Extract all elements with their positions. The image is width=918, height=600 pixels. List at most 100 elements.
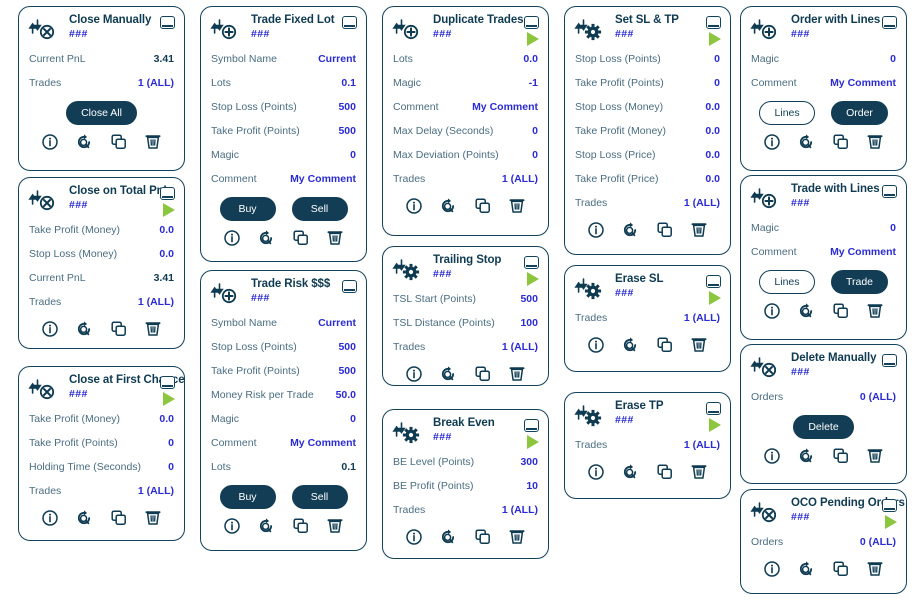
field-value[interactable]: My Comment: [290, 431, 356, 455]
play-icon[interactable]: [527, 272, 539, 286]
order-button[interactable]: Order: [831, 101, 888, 125]
copy-icon[interactable]: [292, 517, 310, 535]
minimize-icon[interactable]: [882, 354, 897, 367]
trade-button[interactable]: Trade: [830, 270, 889, 294]
refresh-icon[interactable]: [439, 365, 457, 383]
field-value[interactable]: 0.0: [705, 119, 720, 143]
field-value[interactable]: 0: [168, 431, 174, 455]
trash-icon[interactable]: [866, 302, 884, 320]
trash-icon[interactable]: [144, 133, 162, 151]
field-value[interactable]: 3.41: [154, 47, 174, 71]
info-icon[interactable]: [587, 336, 605, 354]
info-icon[interactable]: [763, 302, 781, 320]
field-value[interactable]: 0: [350, 407, 356, 431]
buy-button[interactable]: Buy: [219, 197, 276, 221]
minimize-icon[interactable]: [160, 376, 175, 389]
field-value[interactable]: 500: [338, 335, 356, 359]
field-value[interactable]: 500: [338, 95, 356, 119]
buy-button[interactable]: Buy: [219, 485, 276, 509]
play-icon[interactable]: [163, 203, 175, 217]
field-value[interactable]: 0: [350, 143, 356, 167]
minimize-icon[interactable]: [160, 16, 175, 29]
trash-icon[interactable]: [326, 517, 344, 535]
minimize-icon[interactable]: [160, 187, 175, 200]
info-icon[interactable]: [223, 517, 241, 535]
info-icon[interactable]: [763, 133, 781, 151]
trash-icon[interactable]: [866, 133, 884, 151]
copy-icon[interactable]: [474, 528, 492, 546]
field-value[interactable]: 0: [168, 455, 174, 479]
play-icon[interactable]: [709, 291, 721, 305]
field-value[interactable]: 0: [714, 47, 720, 71]
minimize-icon[interactable]: [882, 499, 897, 512]
copy-icon[interactable]: [832, 447, 850, 465]
minimize-icon[interactable]: [524, 256, 539, 269]
field-value[interactable]: 0.1: [341, 71, 356, 95]
trash-icon[interactable]: [866, 560, 884, 578]
trash-icon[interactable]: [508, 528, 526, 546]
copy-icon[interactable]: [110, 320, 128, 338]
minimize-icon[interactable]: [524, 16, 539, 29]
copy-icon[interactable]: [656, 336, 674, 354]
minimize-icon[interactable]: [342, 16, 357, 29]
info-icon[interactable]: [405, 197, 423, 215]
field-value[interactable]: 10: [526, 474, 538, 498]
refresh-icon[interactable]: [75, 509, 93, 527]
field-value[interactable]: 50.0: [336, 383, 356, 407]
field-value[interactable]: Current: [318, 311, 356, 335]
field-value[interactable]: 3.41: [154, 266, 174, 290]
field-value[interactable]: My Comment: [472, 95, 538, 119]
field-value[interactable]: 0.0: [523, 47, 538, 71]
minimize-icon[interactable]: [706, 402, 721, 415]
sell-button[interactable]: Sell: [291, 197, 348, 221]
copy-icon[interactable]: [292, 229, 310, 247]
refresh-icon[interactable]: [439, 528, 457, 546]
trash-icon[interactable]: [866, 447, 884, 465]
info-icon[interactable]: [405, 365, 423, 383]
field-value[interactable]: 0: [532, 143, 538, 167]
play-icon[interactable]: [709, 418, 721, 432]
refresh-icon[interactable]: [439, 197, 457, 215]
trash-icon[interactable]: [144, 509, 162, 527]
field-value[interactable]: 0.0: [159, 218, 174, 242]
play-icon[interactable]: [163, 392, 175, 406]
trash-icon[interactable]: [690, 336, 708, 354]
delete-button[interactable]: Delete: [793, 415, 854, 439]
field-value[interactable]: 500: [338, 119, 356, 143]
refresh-icon[interactable]: [797, 302, 815, 320]
trash-icon[interactable]: [690, 463, 708, 481]
sell-button[interactable]: Sell: [291, 485, 348, 509]
refresh-icon[interactable]: [797, 447, 815, 465]
field-value[interactable]: 0.0: [705, 95, 720, 119]
refresh-icon[interactable]: [75, 320, 93, 338]
field-value[interactable]: 0 (ALL): [860, 530, 896, 554]
field-value[interactable]: 1 (ALL): [138, 479, 174, 503]
field-value[interactable]: My Comment: [830, 71, 896, 95]
field-value[interactable]: 300: [520, 450, 538, 474]
copy-icon[interactable]: [110, 133, 128, 151]
close-all-button[interactable]: Close All: [66, 101, 137, 125]
copy-icon[interactable]: [474, 197, 492, 215]
info-icon[interactable]: [41, 320, 59, 338]
play-icon[interactable]: [709, 32, 721, 46]
lines-button[interactable]: Lines: [759, 101, 816, 125]
refresh-icon[interactable]: [797, 133, 815, 151]
info-icon[interactable]: [41, 509, 59, 527]
play-icon[interactable]: [885, 515, 897, 529]
trash-icon[interactable]: [326, 229, 344, 247]
copy-icon[interactable]: [832, 560, 850, 578]
copy-icon[interactable]: [832, 302, 850, 320]
field-value[interactable]: 0 (ALL): [860, 385, 896, 409]
field-value[interactable]: My Comment: [290, 167, 356, 191]
copy-icon[interactable]: [110, 509, 128, 527]
refresh-icon[interactable]: [257, 229, 275, 247]
copy-icon[interactable]: [656, 463, 674, 481]
minimize-icon[interactable]: [706, 275, 721, 288]
field-value[interactable]: 0: [890, 47, 896, 71]
minimize-icon[interactable]: [882, 185, 897, 198]
trash-icon[interactable]: [144, 320, 162, 338]
minimize-icon[interactable]: [342, 280, 357, 293]
lines-button[interactable]: Lines: [758, 270, 815, 294]
info-icon[interactable]: [763, 447, 781, 465]
field-value[interactable]: 0: [714, 71, 720, 95]
